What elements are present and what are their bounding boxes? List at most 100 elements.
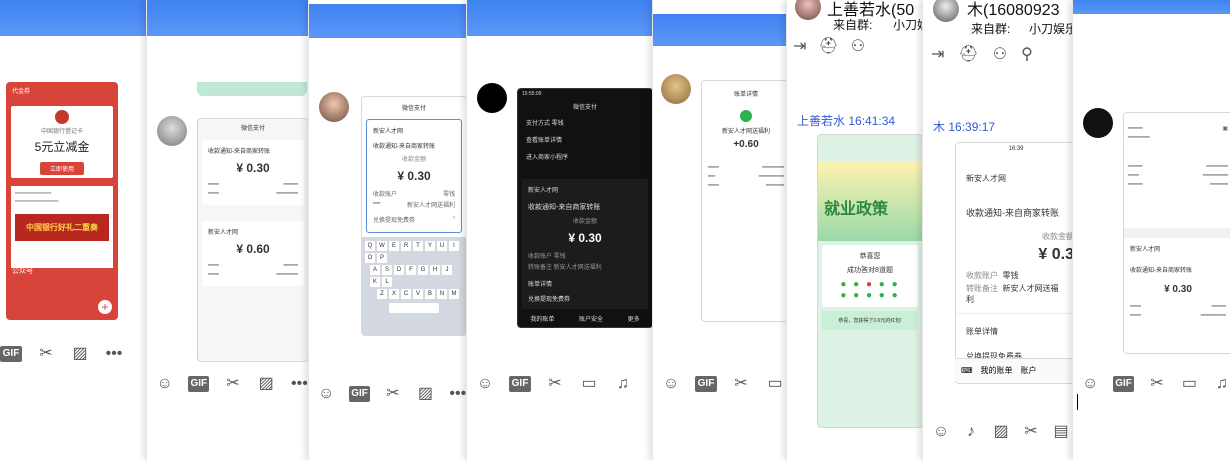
key[interactable]: P <box>377 253 387 263</box>
share-icon[interactable]: ⇥ <box>931 44 944 68</box>
document-icon[interactable]: ▤ <box>1051 423 1071 441</box>
key[interactable]: U <box>437 241 447 251</box>
emoji-icon[interactable]: ☺ <box>155 375 174 393</box>
screenshot-image[interactable]: 微信支付 收款通知-来自商家转账 ¥ 0.30 ━━━ ━━━━ ━━━ ━━━━━… <box>197 118 309 362</box>
gif-icon[interactable]: GIF <box>349 386 370 402</box>
share-icon[interactable]: ⇥ <box>793 36 806 60</box>
scissors-icon[interactable]: ✂ <box>1148 375 1166 393</box>
screenshot-image[interactable]: 16:39 新安人才网 收款通知-来自商家转账 收款金额 ¥ 0.3 收款账户 … <box>955 142 1073 384</box>
settings-row[interactable]: 进入商家小程序 <box>526 148 644 165</box>
more-icon[interactable]: ••• <box>290 375 309 393</box>
key[interactable]: L <box>382 277 392 287</box>
folder-icon[interactable]: ▭ <box>765 375 785 393</box>
add-icon[interactable]: + <box>98 300 112 314</box>
folder-icon[interactable]: ▭ <box>1180 375 1198 393</box>
screenshot-image[interactable]: 15:55:09 微信支付 支付方式 零钱 查看账单详情 进入商家小程序 新安人才网… <box>517 88 653 328</box>
scissors-icon[interactable]: ✂ <box>384 385 402 403</box>
account-link[interactable]: 账户 <box>1021 365 1037 376</box>
detail-link[interactable]: 账单详情 <box>956 313 1073 341</box>
folder-icon[interactable]: ▭ <box>579 375 599 393</box>
key[interactable]: J <box>442 265 452 275</box>
more-icon[interactable]: ••• <box>104 345 124 363</box>
gif-icon[interactable]: GIF <box>509 376 531 392</box>
avatar[interactable] <box>1083 108 1113 138</box>
key[interactable]: Z <box>377 289 387 299</box>
key[interactable]: K <box>370 277 380 287</box>
image-icon[interactable]: ▨ <box>416 385 434 403</box>
space-bar[interactable] <box>389 303 439 313</box>
screenshot-image[interactable]: 账单详情 新安人才网送福利 +0.60 ━━━ ━━━━━━ ━━ ━━━━━━━ … <box>701 80 787 322</box>
key[interactable]: X <box>389 289 399 299</box>
key[interactable]: H <box>430 265 440 275</box>
key[interactable]: Y <box>425 241 435 251</box>
add-user-icon[interactable]: ⚇ <box>851 36 865 60</box>
voucher-link[interactable]: 兑换提现免费券 <box>373 215 415 224</box>
key[interactable]: T <box>413 241 423 251</box>
bottom-menu-item[interactable]: 更多 <box>628 314 640 323</box>
key[interactable]: N <box>437 289 447 299</box>
scissors-icon[interactable]: ✂ <box>36 345 56 363</box>
scissors-icon[interactable]: ✂ <box>223 375 242 393</box>
avatar[interactable] <box>157 116 187 146</box>
screenshot-image[interactable]: ━━━━ ▣ ━━━━━━ ━━━━ ━━━━━━ ━━━ ━━━━━━━ ━━━━ ━… <box>1123 112 1230 354</box>
music-icon[interactable]: ♫ <box>613 375 633 393</box>
search-user-icon[interactable]: ⚲ <box>1021 44 1033 68</box>
image-icon[interactable]: ▨ <box>70 345 90 363</box>
gif-icon[interactable]: GIF <box>1113 376 1134 392</box>
emoji-icon[interactable]: ☺ <box>317 385 335 403</box>
key[interactable]: V <box>413 289 423 299</box>
avatar[interactable] <box>661 74 691 104</box>
text-cursor[interactable] <box>1077 394 1078 410</box>
avatar[interactable] <box>477 83 507 113</box>
gif-icon[interactable]: GIF <box>0 346 22 362</box>
coupon-card[interactable]: 代金券 中国银行借记卡 5元立减金 立即使用 ━━━━━━━━━━ ━━━━━━━… <box>6 82 118 320</box>
key[interactable]: S <box>382 265 392 275</box>
avatar[interactable] <box>319 92 349 122</box>
emoji-icon[interactable]: ☺ <box>475 375 495 393</box>
settings-row[interactable]: 查看账单详情 <box>526 131 644 148</box>
image-icon[interactable]: ▨ <box>257 375 276 393</box>
hat-icon[interactable]: ⛑ <box>818 36 838 60</box>
gif-icon[interactable]: GIF <box>188 376 210 392</box>
avatar[interactable] <box>933 0 959 22</box>
my-bills-link[interactable]: 我的账单 <box>981 365 1013 376</box>
emoji-icon[interactable]: ☺ <box>931 423 951 441</box>
add-user-icon[interactable]: ⚇ <box>993 44 1007 68</box>
hat-icon[interactable]: ⛑ <box>958 44 978 68</box>
key[interactable]: R <box>401 241 411 251</box>
key[interactable]: C <box>401 289 411 299</box>
emoji-icon[interactable]: ☺ <box>1081 375 1099 393</box>
key[interactable]: F <box>406 265 416 275</box>
key[interactable]: W <box>377 241 387 251</box>
voucher-link[interactable]: 兑换提现免费券 <box>528 294 642 303</box>
scissors-icon[interactable]: ✂ <box>731 375 751 393</box>
detail-link[interactable]: 账单详情 <box>528 279 642 288</box>
settings-row[interactable]: 支付方式 零钱 <box>526 114 644 131</box>
use-coupon-button[interactable]: 立即使用 <box>39 162 84 175</box>
key[interactable]: B <box>425 289 435 299</box>
key[interactable]: G <box>418 265 428 275</box>
emoji-icon[interactable]: ☺ <box>661 375 681 393</box>
image-icon[interactable]: ▨ <box>991 423 1011 441</box>
avatar[interactable] <box>795 0 821 20</box>
screenshot-image[interactable]: 微信支付 新安人才网 收款通知-来自商家转账 收款金额 ¥ 0.30 收款账户 零… <box>361 96 467 336</box>
bottom-menu-item[interactable]: 账户安全 <box>579 314 603 323</box>
key[interactable]: A <box>370 265 380 275</box>
scissors-icon[interactable]: ✂ <box>1021 423 1041 441</box>
key[interactable]: M <box>449 289 459 299</box>
bottom-menu-item[interactable]: 我的账单 <box>530 314 554 323</box>
scissors-icon[interactable]: ✂ <box>545 375 565 393</box>
key[interactable]: D <box>394 265 404 275</box>
promo-banner[interactable]: 中国银行好礼二重奏 <box>15 214 109 241</box>
keyboard[interactable]: Q W E R T Y U I O P A S D F G H J K L ZXCVBNM <box>362 237 466 335</box>
key[interactable]: Q <box>365 241 375 251</box>
keyboard-icon[interactable]: ⌨ <box>961 366 973 375</box>
music-icon[interactable]: ♫ <box>1213 375 1230 393</box>
microphone-icon[interactable]: ♪ <box>961 423 981 441</box>
screenshot-image[interactable]: 就业政策 恭喜您 成功答对8道题 ● ● ● ● ● ● ● ● ● ● 恭喜，您… <box>817 134 923 428</box>
key[interactable]: E <box>389 241 399 251</box>
more-icon[interactable]: ••• <box>449 385 467 403</box>
key[interactable]: I <box>449 241 459 251</box>
gif-icon[interactable]: GIF <box>695 376 717 392</box>
key[interactable]: O <box>365 253 375 263</box>
